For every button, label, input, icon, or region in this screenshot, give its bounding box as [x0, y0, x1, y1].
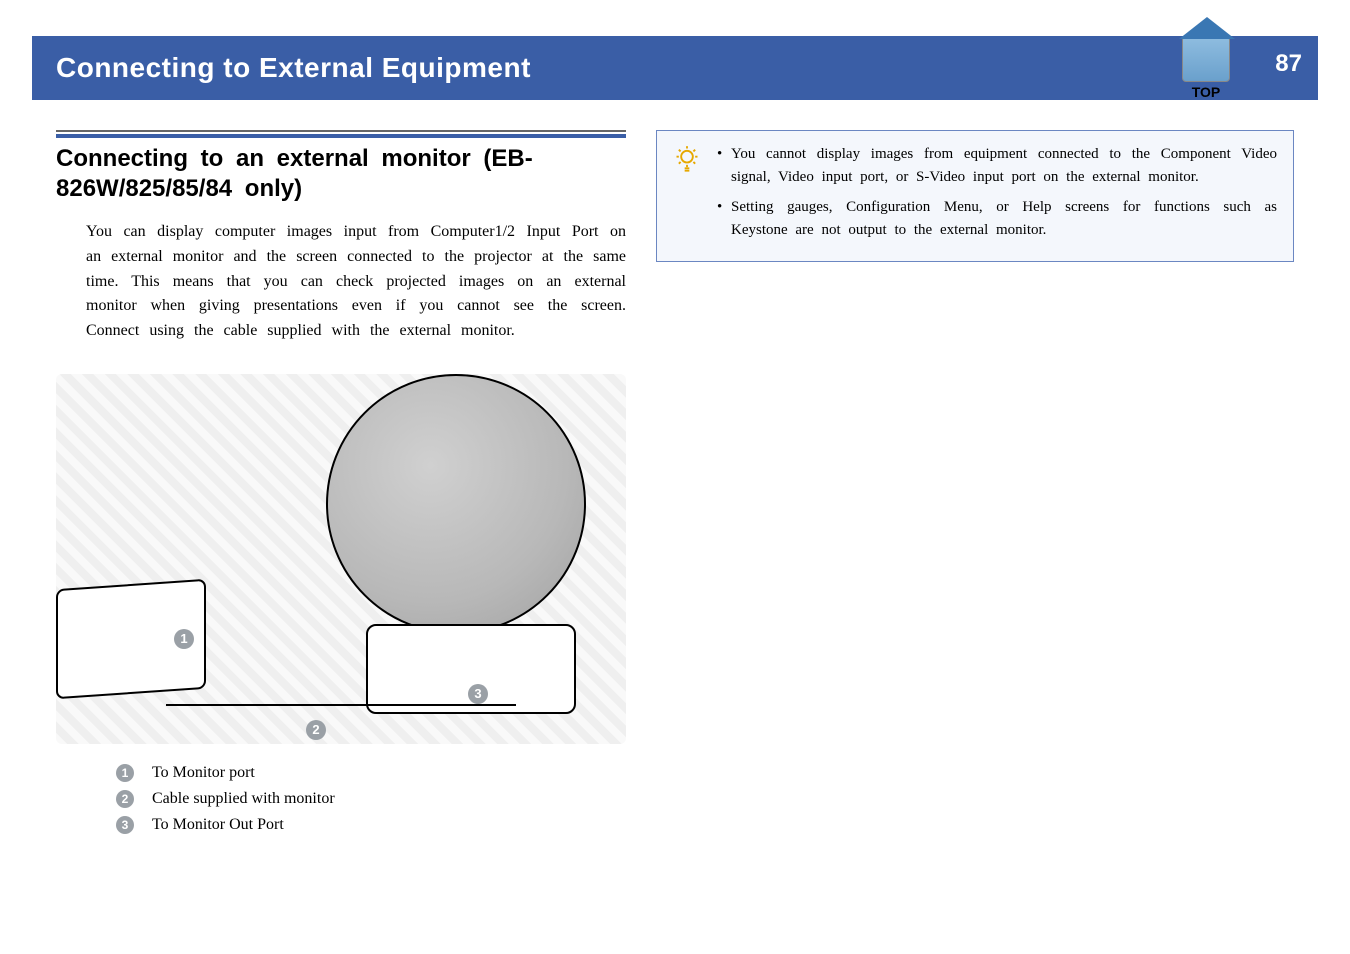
legend-row: 1 To Monitor port	[116, 764, 626, 782]
section-body: You can display computer images input fr…	[56, 220, 626, 344]
legend-text: To Monitor port	[152, 764, 255, 782]
figure-legend: 1 To Monitor port 2 Cable supplied with …	[56, 764, 626, 834]
tip-box: You cannot display images from equipment…	[656, 130, 1294, 262]
header-title: Connecting to External Equipment	[56, 52, 531, 84]
content-area: Connecting to an external monitor (EB-82…	[56, 130, 1294, 934]
tip-item: Setting gauges, Configuration Menu, or H…	[717, 196, 1277, 241]
page-number: 87	[1275, 50, 1302, 78]
tip-item: You cannot display images from equipment…	[717, 143, 1277, 188]
zoom-lens-illustration	[326, 374, 586, 634]
legend-row: 3 To Monitor Out Port	[116, 816, 626, 834]
legend-row: 2 Cable supplied with monitor	[116, 790, 626, 808]
section-heading: Connecting to an external monitor (EB-82…	[56, 144, 626, 204]
legend-text: To Monitor Out Port	[152, 816, 284, 834]
cable-line	[166, 704, 516, 706]
right-column: You cannot display images from equipment…	[656, 130, 1294, 934]
home-icon	[1182, 36, 1230, 82]
section-rule	[56, 130, 626, 138]
tip-list: You cannot display images from equipment…	[717, 143, 1277, 241]
callout-1: 1	[174, 629, 194, 649]
top-nav-home[interactable]: TOP	[1182, 36, 1230, 100]
lightbulb-icon	[671, 145, 703, 177]
left-column: Connecting to an external monitor (EB-82…	[56, 130, 626, 934]
header-bar: Connecting to External Equipment	[32, 36, 1318, 100]
legend-text: Cable supplied with monitor	[152, 790, 335, 808]
callout-2: 2	[306, 720, 326, 740]
legend-marker: 3	[116, 816, 134, 834]
connection-diagram: 1 2 3	[56, 374, 626, 744]
legend-marker: 2	[116, 790, 134, 808]
top-label: TOP	[1192, 84, 1221, 100]
callout-3: 3	[468, 684, 488, 704]
legend-marker: 1	[116, 764, 134, 782]
